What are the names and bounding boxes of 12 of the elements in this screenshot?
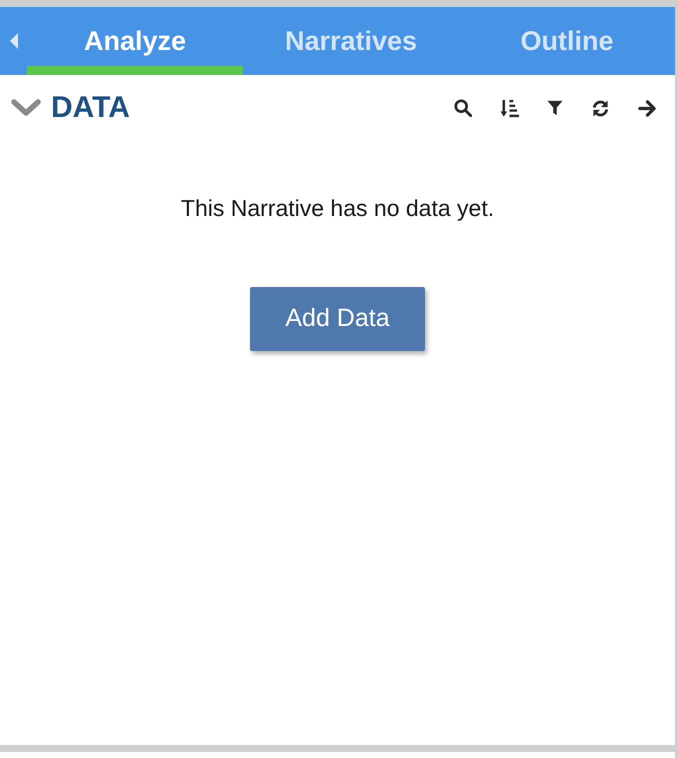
tab[interactable]: Analyze	[27, 7, 243, 75]
chevron-down-icon[interactable]	[11, 99, 41, 117]
section-title: DATA	[51, 93, 130, 123]
tab[interactable]: Outline	[459, 7, 675, 75]
empty-message: This Narrative has no data yet.	[180, 194, 494, 223]
filter-icon[interactable]	[547, 100, 563, 116]
search-icon[interactable]	[454, 99, 472, 117]
sort-icon[interactable]	[500, 98, 519, 118]
caret-left-icon	[10, 33, 18, 49]
add-data-button[interactable]: Add Data	[250, 287, 425, 351]
refresh-icon[interactable]	[591, 100, 610, 116]
tab[interactable]: Narratives	[243, 7, 459, 75]
